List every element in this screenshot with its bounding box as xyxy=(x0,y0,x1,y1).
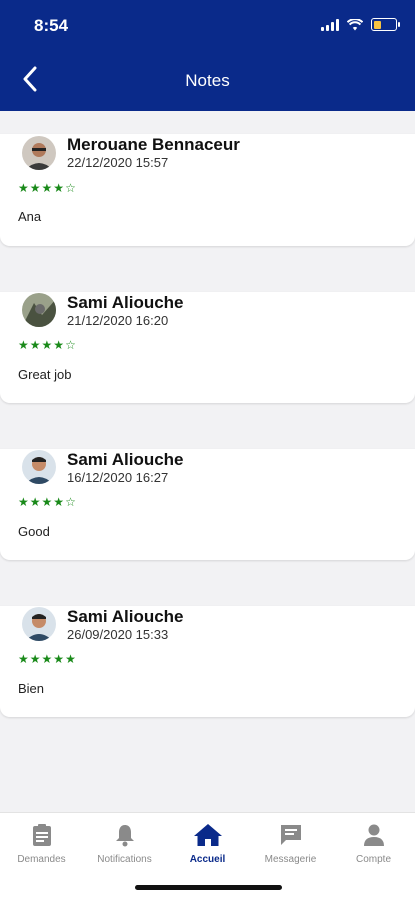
star-filled-icon: ★ xyxy=(41,181,53,195)
star-filled-icon: ★ xyxy=(29,338,41,352)
wifi-icon xyxy=(347,18,363,30)
reviewer-name: Sami Aliouche xyxy=(67,607,184,626)
tab-demandes[interactable]: Demandes xyxy=(0,823,83,865)
signal-icon xyxy=(321,18,339,31)
tab-notifications[interactable]: Notifications xyxy=(83,823,166,865)
star-filled-icon: ★ xyxy=(18,652,29,666)
clipboard-icon xyxy=(32,824,51,846)
avatar xyxy=(22,293,56,327)
review-date: 16/12/2020 16:27 xyxy=(67,470,169,485)
reviewer-name: Sami Aliouche xyxy=(67,450,184,469)
home-indicator xyxy=(135,885,282,890)
star-filled-icon: ★ xyxy=(29,652,41,666)
user-icon xyxy=(363,824,384,846)
avatar xyxy=(22,607,56,641)
star-filled-icon: ★ xyxy=(53,652,65,666)
star-rating: ★ ★ ★ ★ ☆ xyxy=(18,338,76,352)
star-filled-icon: ★ xyxy=(53,181,65,195)
tab-label: Demandes xyxy=(17,854,66,865)
tab-messagerie[interactable]: Messagerie xyxy=(249,823,332,865)
review-card: Sami Aliouche 16/12/2020 16:27 ★ ★ ★ ★ ☆ Goo… xyxy=(0,449,415,560)
app-header: 8:54 Notes xyxy=(0,0,415,111)
star-filled-icon: ★ xyxy=(18,338,29,352)
review-card: Sami Aliouche 21/12/2020 16:20 ★ ★ ★ ★ ☆ Gre… xyxy=(0,292,415,403)
star-rating: ★ ★ ★ ★ ☆ xyxy=(18,495,76,509)
battery-icon xyxy=(371,18,400,31)
page-title: Notes xyxy=(185,71,230,90)
star-filled-icon: ★ xyxy=(29,495,41,509)
review-comment: Bien xyxy=(18,681,45,696)
bell-icon xyxy=(115,825,134,847)
star-rating: ★ ★ ★ ★ ★ xyxy=(18,652,76,666)
star-filled-icon: ★ xyxy=(53,495,65,509)
status-icons xyxy=(321,18,400,31)
tab-label: Notifications xyxy=(97,854,152,865)
star-filled-icon: ★ xyxy=(18,495,29,509)
star-filled-icon: ★ xyxy=(53,338,65,352)
status-time: 8:54 xyxy=(34,16,69,35)
review-comment: Good xyxy=(18,524,50,539)
tab-accueil[interactable]: Accueil xyxy=(166,823,249,865)
review-card: Merouane Bennaceur 22/12/2020 15:57 ★ ★ ★ ★… xyxy=(0,134,415,246)
avatar xyxy=(22,136,56,170)
tab-label: Messagerie xyxy=(264,854,317,865)
home-icon xyxy=(193,824,222,846)
message-icon xyxy=(280,825,301,845)
star-filled-icon: ★ xyxy=(41,495,53,509)
review-date: 21/12/2020 16:20 xyxy=(67,313,169,328)
reviewer-name: Merouane Bennaceur xyxy=(67,135,240,154)
star-filled-icon: ★ xyxy=(41,652,53,666)
star-filled-icon: ★ xyxy=(18,181,29,195)
tab-label: Accueil xyxy=(189,854,226,865)
tab-label: Compte xyxy=(355,854,391,865)
review-comment: Ana xyxy=(18,209,42,224)
review-comment: Great job xyxy=(18,367,72,382)
review-date: 26/09/2020 15:33 xyxy=(67,627,169,642)
star-rating: ★ ★ ★ ★ ☆ xyxy=(18,181,76,195)
review-card: Sami Aliouche 26/09/2020 15:33 ★ ★ ★ ★ ★ Bie… xyxy=(0,606,415,717)
star-empty-icon: ☆ xyxy=(65,181,76,195)
avatar xyxy=(22,450,56,484)
reviewer-name: Sami Aliouche xyxy=(67,293,184,312)
star-filled-icon: ★ xyxy=(29,181,41,195)
star-filled-icon: ★ xyxy=(41,338,53,352)
star-filled-icon: ★ xyxy=(65,652,76,666)
star-empty-icon: ☆ xyxy=(65,338,76,352)
review-date: 22/12/2020 15:57 xyxy=(67,155,169,170)
star-empty-icon: ☆ xyxy=(65,495,76,509)
tab-compte[interactable]: Compte xyxy=(332,823,415,865)
